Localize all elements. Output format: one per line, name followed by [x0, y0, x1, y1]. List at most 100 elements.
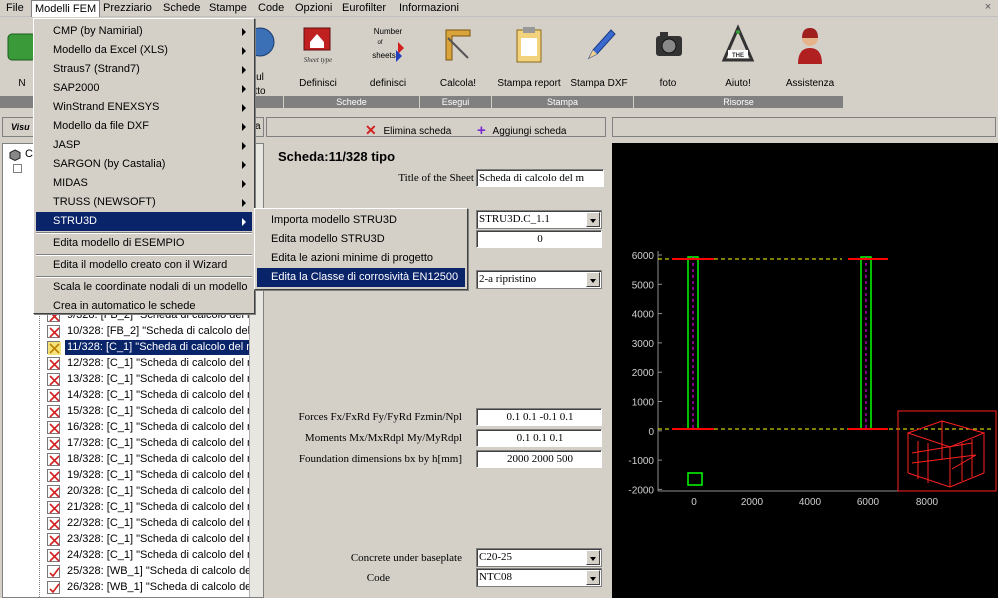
- row-status-checkbox[interactable]: [47, 357, 60, 370]
- tree-row-label: 18/328: [C_1] "Scheda di calcolo del m: [67, 453, 257, 465]
- number-input[interactable]: 0: [476, 230, 602, 248]
- x-tick-label: 4000: [799, 497, 822, 508]
- chevron-down-icon[interactable]: [586, 570, 600, 585]
- fem-menu-item[interactable]: Edita modello di ESEMPIO: [36, 234, 252, 253]
- concrete-select[interactable]: C20-25: [476, 548, 602, 567]
- row-status-checkbox[interactable]: [47, 485, 60, 498]
- menu-modelli-fem[interactable]: Modelli FEM: [31, 0, 101, 17]
- error-x-icon: [49, 375, 60, 386]
- elimina-scheda-label: Elimina scheda: [383, 126, 452, 137]
- elimina-scheda-button[interactable]: ✕ Elimina scheda: [365, 121, 451, 138]
- fem-menu-item[interactable]: JASP: [36, 136, 252, 155]
- number-icon-text: Number: [374, 27, 403, 36]
- row-status-checkbox[interactable]: [47, 453, 60, 466]
- stru3d-submenu: Importa modello STRU3D Edita modello STRU…: [254, 208, 468, 290]
- fem-menu-item[interactable]: Crea in automatico le schede: [36, 297, 252, 316]
- fem-menu-item[interactable]: Edita il modello creato con il Wizard: [36, 256, 252, 275]
- fem-menu-item-label: SAP2000: [53, 82, 100, 94]
- fem-menu-item[interactable]: WinStrand ENEXSYS: [36, 98, 252, 117]
- fem-menu-item-label: Straus7 (Strand7): [53, 63, 140, 75]
- fem-menu-item[interactable]: STRU3D: [36, 212, 252, 231]
- fem-menu-item[interactable]: SAP2000: [36, 79, 252, 98]
- assistenza-button[interactable]: Assistenza: [780, 22, 840, 102]
- definisci-number-sheets-button[interactable]: Number of sheets definisci: [360, 22, 416, 102]
- fem-menu-item[interactable]: CMP (by Namirial): [36, 22, 252, 41]
- menu-stampe[interactable]: Stampe: [209, 1, 247, 16]
- moments-input[interactable]: 0.1 0.1 0.1: [476, 429, 602, 447]
- fem-menu-item[interactable]: Modello da Excel (XLS): [36, 41, 252, 60]
- row-status-checkbox[interactable]: [47, 373, 60, 386]
- code-select[interactable]: NTC08: [476, 568, 602, 587]
- submenu-arrow-icon: [242, 161, 246, 169]
- row-status-checkbox[interactable]: [47, 581, 60, 594]
- fem-menu-item[interactable]: Straus7 (Strand7): [36, 60, 252, 79]
- concrete-select-value: C20-25: [479, 551, 512, 563]
- foundation-block: [687, 472, 703, 486]
- stru3d-model-select[interactable]: STRU3D.C_1.1: [476, 210, 602, 229]
- forces-input[interactable]: 0.1 0.1 -0.1 0.1: [476, 408, 602, 426]
- foundation-input[interactable]: 2000 2000 500: [476, 450, 602, 468]
- frame-thumbnail-box: [897, 410, 997, 492]
- menu-eurofilter[interactable]: Eurofilter: [342, 1, 386, 16]
- aggiungi-scheda-button[interactable]: + Aggiungi scheda: [477, 121, 567, 139]
- row-status-checkbox[interactable]: [47, 341, 61, 355]
- row-status-checkbox[interactable]: [47, 533, 60, 546]
- ribbon-group-schede: Schede: [284, 96, 420, 108]
- fem-menu-item-label: WinStrand ENEXSYS: [53, 101, 160, 113]
- menu-file[interactable]: File: [6, 1, 24, 16]
- definisci-sheet-type-button[interactable]: Sheet type Definisci: [290, 22, 346, 102]
- row-status-checkbox[interactable]: [47, 389, 60, 402]
- menu-code[interactable]: Code: [258, 1, 284, 16]
- tree-row-label: 13/328: [C_1] "Scheda di calcolo del m: [67, 373, 257, 385]
- fem-menu-item[interactable]: SARGON (by Castalia): [36, 155, 252, 174]
- row-status-checkbox[interactable]: [47, 565, 60, 578]
- tree-expand-toggle[interactable]: [13, 164, 22, 173]
- x-tick-label: 2000: [741, 497, 764, 508]
- aiuto-button[interactable]: THE Aiuto!: [710, 22, 766, 102]
- close-icon[interactable]: ×: [981, 1, 995, 15]
- chevron-down-icon[interactable]: [586, 550, 600, 565]
- stampa-report-button[interactable]: Stampa report: [494, 22, 564, 102]
- ripristino-select[interactable]: 2-a ripristino: [476, 270, 602, 289]
- y-tick-label: 5000: [632, 280, 655, 291]
- fem-menu-item[interactable]: MIDAS: [36, 174, 252, 193]
- error-x-icon: [49, 359, 60, 370]
- row-status-checkbox[interactable]: [47, 469, 60, 482]
- submenu-arrow-icon: [242, 85, 246, 93]
- fem-menu-item[interactable]: TRUSS (NEWSOFT): [36, 193, 252, 212]
- foto-button[interactable]: foto: [640, 22, 696, 102]
- error-x-icon: [49, 519, 60, 530]
- error-x-icon: [49, 423, 60, 434]
- row-status-checkbox[interactable]: [47, 421, 60, 434]
- tree-row-label: 20/328: [C_1] "Scheda di calcolo del m: [67, 485, 257, 497]
- model-graph-view[interactable]: 6000 5000 4000 3000 2000 1000 0 -1000 -2000 0 200…: [612, 143, 998, 598]
- delete-x-icon: ✕: [365, 122, 377, 138]
- chevron-down-icon[interactable]: [586, 212, 600, 227]
- tree-root-label[interactable]: C: [25, 148, 33, 160]
- menu-schede[interactable]: Schede: [163, 1, 200, 16]
- calcola-button[interactable]: Calcola!: [430, 22, 486, 102]
- fem-menu-item-label: STRU3D: [53, 215, 98, 227]
- row-status-checkbox[interactable]: [47, 405, 60, 418]
- stru3d-menu-item[interactable]: Edita modello STRU3D: [257, 230, 465, 249]
- chevron-down-icon[interactable]: [586, 272, 600, 287]
- row-status-checkbox[interactable]: [47, 501, 60, 514]
- row-status-checkbox[interactable]: [47, 325, 60, 338]
- stru3d-menu-item-label: Edita la Classe di corrosività EN12500: [271, 271, 459, 283]
- title-of-sheet-input[interactable]: Scheda di calcolo del m: [476, 169, 604, 187]
- y-tick-label: 1000: [632, 398, 655, 409]
- stampa-dxf-button[interactable]: Stampa DXF: [568, 22, 630, 102]
- fem-menu-item[interactable]: Modello da file DXF: [36, 117, 252, 136]
- stru3d-menu-item[interactable]: Edita le azioni minime di progetto: [257, 249, 465, 268]
- stru3d-menu-item[interactable]: Edita la Classe di corrosività EN12500: [257, 268, 465, 287]
- error-x-icon: [49, 471, 60, 482]
- menu-informazioni[interactable]: Informazioni: [399, 1, 459, 16]
- menu-prezziario[interactable]: Prezziario: [103, 1, 152, 16]
- fem-menu-item[interactable]: Scala le coordinate nodali di un modello: [36, 278, 252, 297]
- menu-opzioni[interactable]: Opzioni: [295, 1, 332, 16]
- row-status-checkbox[interactable]: [47, 437, 60, 450]
- stru3d-menu-item[interactable]: Importa modello STRU3D: [257, 211, 465, 230]
- tent-icon-text: THE: [732, 53, 744, 59]
- row-status-checkbox[interactable]: [47, 549, 60, 562]
- row-status-checkbox[interactable]: [47, 517, 60, 530]
